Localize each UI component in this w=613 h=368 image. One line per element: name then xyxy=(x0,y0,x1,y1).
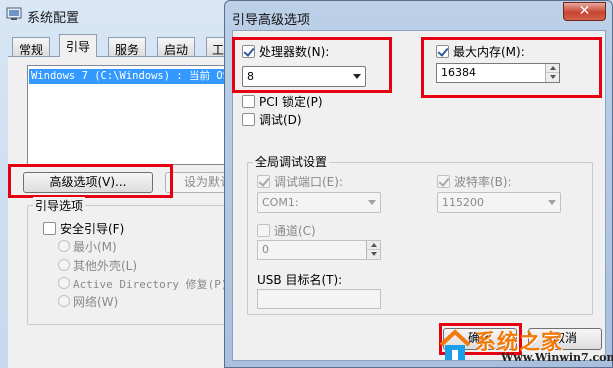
system-config-icon xyxy=(6,7,22,20)
pci-lock-checkbox[interactable] xyxy=(242,95,255,108)
baud-rate-label: 波特率(B): xyxy=(454,175,512,189)
site-watermark: 系统之家 Www.Winwin7.com xyxy=(431,326,613,366)
radio-ad-repair[interactable] xyxy=(58,277,70,289)
stepper-down-icon[interactable] xyxy=(545,73,559,82)
usb-target-label: USB 目标名(T): xyxy=(257,273,343,287)
channel-value: 0 xyxy=(262,243,269,256)
stepper-down-icon[interactable] xyxy=(366,250,380,259)
tab-startup[interactable]: 启动 xyxy=(157,37,196,57)
tab-label: 启动 xyxy=(164,43,189,57)
watermark-url: Www.Winwin7.com xyxy=(501,351,613,364)
dialog-title: 引导高级选项 xyxy=(232,13,311,28)
radio-network[interactable] xyxy=(58,295,70,307)
system-config-window: 系统配置 常规 引导 服务 启动 工 Windows 7 (C:\Windows… xyxy=(0,0,257,368)
stepper-up-icon[interactable] xyxy=(545,64,559,73)
tab-services[interactable]: 服务 xyxy=(108,37,147,57)
chevron-down-icon xyxy=(368,200,376,205)
tab-label: 服务 xyxy=(115,43,140,57)
channel-checkbox[interactable] xyxy=(257,224,270,237)
debug-port-checkbox[interactable] xyxy=(257,175,270,188)
chevron-down-icon xyxy=(548,200,556,205)
baud-rate-value: 115200 xyxy=(442,196,484,209)
radio-network-label: 网络(W) xyxy=(73,295,119,309)
radio-ad-repair-label: Active Directory 修复(P) xyxy=(73,278,228,291)
max-memory-checkbox[interactable] xyxy=(436,45,449,58)
pci-lock-label: PCI 锁定(P) xyxy=(259,95,323,109)
processors-checkbox[interactable] xyxy=(242,45,255,58)
stepper-up-icon[interactable] xyxy=(366,241,380,250)
processors-value: 8 xyxy=(247,70,254,83)
chevron-down-icon xyxy=(353,74,361,79)
usb-target-field[interactable] xyxy=(257,289,381,309)
os-list-item[interactable]: Windows 7 (C:\Windows) : 当前 OS xyxy=(29,69,249,84)
max-memory-stepper[interactable]: 16384 xyxy=(436,63,560,83)
advanced-boot-options-dialog: 引导高级选项 ✕ 处理器数(N): 8 最大内存(M): 16384 PCI 锁… xyxy=(224,0,613,368)
tab-boot[interactable]: 引导 xyxy=(59,34,98,57)
close-icon: ✕ xyxy=(578,3,591,19)
advanced-options-button[interactable]: 高级选项(V)... xyxy=(23,172,153,193)
radio-minimal-label: 最小(M) xyxy=(73,240,117,254)
processors-label: 处理器数(N): xyxy=(259,45,330,59)
baud-rate-select[interactable]: 115200 xyxy=(437,192,561,213)
debug-port-select[interactable]: COM1: xyxy=(257,192,381,213)
safe-boot-label: 安全引导(F) xyxy=(60,222,125,236)
window-title: 系统配置 xyxy=(27,11,80,26)
max-memory-value: 16384 xyxy=(441,66,476,79)
tab-tools[interactable]: 工 xyxy=(206,37,226,57)
group-title: 全局调试设置 xyxy=(253,153,330,170)
radio-alternate-shell[interactable] xyxy=(58,259,70,271)
baud-rate-checkbox[interactable] xyxy=(437,175,450,188)
tab-general[interactable]: 常规 xyxy=(12,37,51,57)
debug-port-value: COM1: xyxy=(262,196,299,209)
close-button[interactable]: ✕ xyxy=(563,2,606,21)
tab-label: 引导 xyxy=(66,40,91,54)
debug-port-label: 调试端口(E): xyxy=(274,175,343,189)
channel-label: 通道(C) xyxy=(274,224,316,238)
group-title: 引导选项 xyxy=(33,197,86,214)
radio-alternate-shell-label: 其他外壳(L) xyxy=(73,259,138,273)
title-bar: 系统配置 xyxy=(0,0,250,30)
max-memory-label: 最大内存(M): xyxy=(453,45,525,59)
radio-minimal[interactable] xyxy=(58,240,70,252)
debug-checkbox[interactable] xyxy=(242,113,255,126)
debug-label: 调试(D) xyxy=(259,113,302,127)
tab-label: 常规 xyxy=(19,43,44,57)
safe-boot-checkbox[interactable] xyxy=(43,222,56,235)
house-logo-icon xyxy=(439,329,471,360)
tab-label: 工 xyxy=(212,43,225,57)
channel-stepper[interactable]: 0 xyxy=(257,240,381,260)
dialog-body: 处理器数(N): 8 最大内存(M): 16384 PCI 锁定(P) 调试(D… xyxy=(232,30,606,361)
os-list[interactable]: Windows 7 (C:\Windows) : 当前 OS xyxy=(27,65,250,165)
processors-select[interactable]: 8 xyxy=(242,66,366,87)
